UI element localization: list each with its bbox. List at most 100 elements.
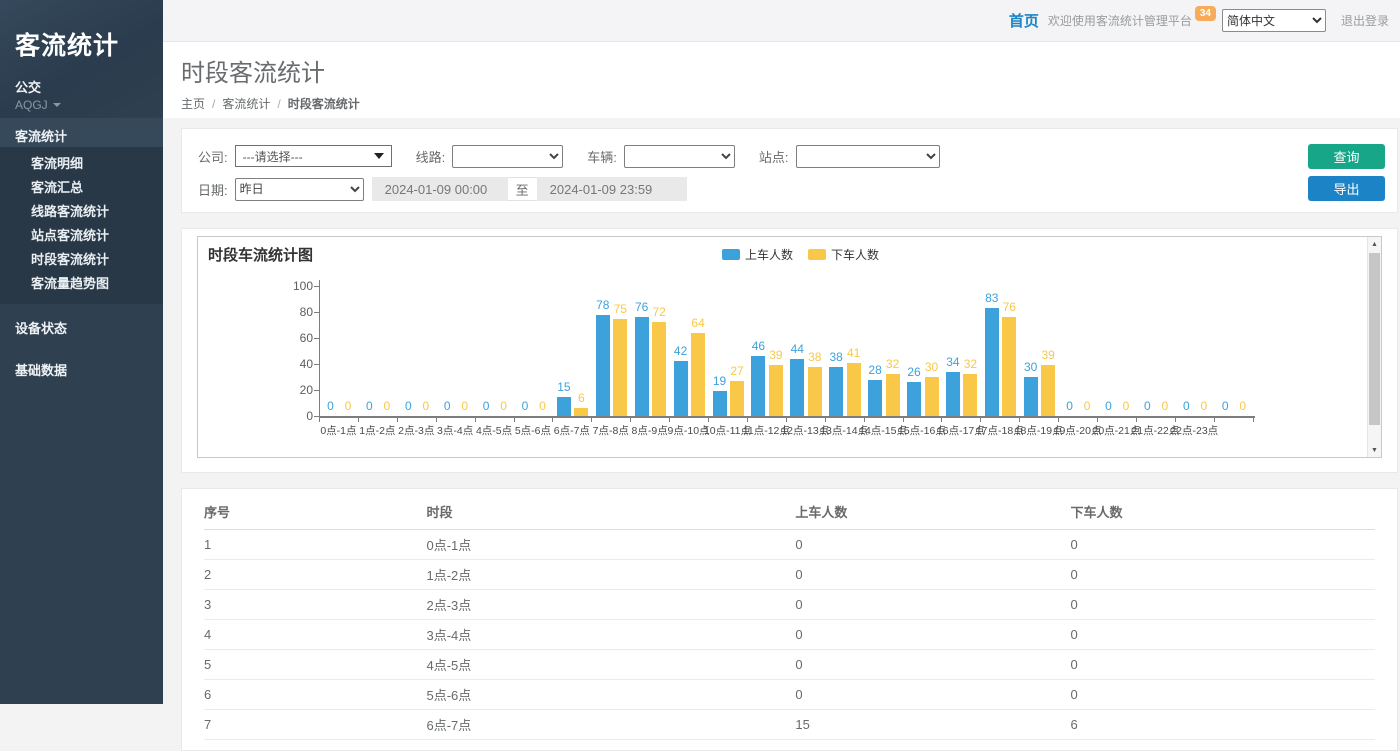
bar-boarding <box>868 380 882 416</box>
sidebar-item-trend-chart[interactable]: 客流量趋势图 <box>0 272 163 296</box>
x-axis-line <box>319 416 1255 418</box>
table-cell: 0 <box>795 650 1070 680</box>
bar-value-label: 46 <box>752 339 765 353</box>
sidebar-item-period-stats[interactable]: 时段客流统计 <box>0 248 163 272</box>
home-link[interactable]: 首页 <box>1009 10 1039 31</box>
bar-alighting <box>652 322 666 416</box>
x-axis-label: 0点-1点 <box>320 423 356 438</box>
content: 公司: ---请选择--- 线路: 车辆: 站点: 日期: 昨日 2024-01… <box>163 118 1400 751</box>
query-button[interactable]: 查询 <box>1308 144 1385 169</box>
bar-value-label: 39 <box>1042 348 1055 362</box>
bar-boarding <box>713 391 727 416</box>
x-axis-label: 5点-6点 <box>515 423 551 438</box>
org-selector[interactable]: AQGJ <box>15 98 148 112</box>
welcome-text: 欢迎使用客流统计管理平台 <box>1048 12 1192 29</box>
scroll-up-icon[interactable]: ▲ <box>1368 237 1381 251</box>
sidebar-item-device-status[interactable]: 设备状态 <box>0 309 163 346</box>
x-axis-tick <box>475 418 476 422</box>
notification-badge[interactable]: 34 <box>1195 6 1216 21</box>
bar-value-label: 15 <box>557 380 570 394</box>
date-from-input[interactable]: 2024-01-09 00:00 <box>372 177 508 201</box>
sidebar-item-flow-detail[interactable]: 客流明细 <box>0 152 163 176</box>
caret-down-icon <box>53 103 61 107</box>
bar-value-label: 83 <box>985 291 998 305</box>
bar-value-label: 0 <box>1162 399 1169 413</box>
breadcrumb-home[interactable]: 主页 <box>181 95 205 112</box>
bar-boarding <box>674 361 688 416</box>
y-axis-label: 20 <box>279 383 313 397</box>
station-label: 站点: <box>759 147 789 166</box>
org-code-label: AQGJ <box>15 98 48 112</box>
bar-value-label: 0 <box>1239 399 1246 413</box>
chevron-down-icon <box>374 153 384 159</box>
table-cell: 6 <box>204 680 426 710</box>
bar-value-label: 27 <box>730 364 743 378</box>
table-row: 65点-6点00 <box>204 680 1375 710</box>
x-axis-tick <box>708 418 709 422</box>
table-cell: 3点-4点 <box>426 620 795 650</box>
bar-value-label: 38 <box>808 350 821 364</box>
bar-value-label: 39 <box>769 348 782 362</box>
bar-boarding <box>635 317 649 416</box>
table-cell: 0 <box>795 560 1070 590</box>
language-select[interactable]: 简体中文 <box>1222 9 1326 32</box>
filter-panel: 公司: ---请选择--- 线路: 车辆: 站点: 日期: 昨日 2024-01… <box>181 128 1398 213</box>
table-cell: 6 <box>1071 710 1375 740</box>
bar-boarding <box>907 382 921 416</box>
y-axis-tick <box>314 286 319 287</box>
bar-alighting <box>808 367 822 416</box>
breadcrumb: 主页 / 客流统计 / 时段客流统计 <box>181 95 1400 112</box>
line-label: 线路: <box>416 147 446 166</box>
sidebar-item-station-stats[interactable]: 站点客流统计 <box>0 224 163 248</box>
logout-link[interactable]: 退出登录 <box>1341 12 1389 29</box>
export-button[interactable]: 导出 <box>1308 176 1385 201</box>
bar-value-label: 44 <box>791 342 804 356</box>
main-area: 首页 欢迎使用客流统计管理平台 34 简体中文 退出登录 时段客流统计 主页 /… <box>163 0 1400 704</box>
x-axis-tick <box>1175 418 1176 422</box>
bar-alighting <box>613 319 627 417</box>
company-select[interactable]: ---请选择--- <box>235 145 392 167</box>
station-select[interactable] <box>796 145 940 168</box>
sidebar-item-line-stats[interactable]: 线路客流统计 <box>0 200 163 224</box>
x-axis-tick <box>630 418 631 422</box>
bar-value-label: 26 <box>907 365 920 379</box>
bar-value-label: 78 <box>596 298 609 312</box>
x-axis-tick <box>1019 418 1020 422</box>
date-preset-select[interactable]: 昨日 <box>235 178 364 201</box>
date-to-input[interactable]: 2024-01-09 23:59 <box>537 177 687 201</box>
breadcrumb-passenger-stats[interactable]: 客流统计 <box>222 95 270 112</box>
bar-value-label: 0 <box>327 399 334 413</box>
bar-value-label: 0 <box>539 399 546 413</box>
y-axis-tick <box>314 338 319 339</box>
x-axis-tick <box>1097 418 1098 422</box>
table-cell: 0 <box>795 680 1070 710</box>
scrollbar-thumb[interactable] <box>1369 253 1380 425</box>
x-axis-label: 3点-4点 <box>437 423 473 438</box>
chart-vertical-scrollbar[interactable]: ▲ ▼ <box>1367 237 1381 457</box>
chart-panel: 时段车流统计图 上车人数 下车人数 0204060801000点-1点001点-… <box>181 228 1398 473</box>
x-axis-tick <box>941 418 942 422</box>
table-cell: 0点-1点 <box>426 530 795 560</box>
bar-boarding <box>985 308 999 416</box>
table-cell: 0 <box>1071 590 1375 620</box>
table-cell: 5点-6点 <box>426 680 795 710</box>
sidebar-item-flow-summary[interactable]: 客流汇总 <box>0 176 163 200</box>
x-axis-tick <box>903 418 904 422</box>
vehicle-select[interactable] <box>624 145 735 168</box>
breadcrumb-current: 时段客流统计 <box>288 95 360 112</box>
bar-value-label: 30 <box>925 360 938 374</box>
bar-value-label: 0 <box>1222 399 1229 413</box>
header-boarding: 上车人数 <box>795 489 1070 530</box>
x-axis-tick <box>1058 418 1059 422</box>
table-cell: 0 <box>795 620 1070 650</box>
sidebar-item-passenger-stats[interactable]: 客流统计 <box>0 118 163 147</box>
y-axis-label: 100 <box>279 279 313 293</box>
table-row: 54点-5点00 <box>204 650 1375 680</box>
scroll-down-icon[interactable]: ▼ <box>1368 443 1381 457</box>
line-select[interactable] <box>452 145 563 168</box>
bar-value-label: 6 <box>578 391 585 405</box>
bar-boarding <box>596 315 610 416</box>
table-cell: 1 <box>204 530 426 560</box>
breadcrumb-separator: / <box>277 97 280 111</box>
sidebar-item-base-data[interactable]: 基础数据 <box>0 351 163 388</box>
